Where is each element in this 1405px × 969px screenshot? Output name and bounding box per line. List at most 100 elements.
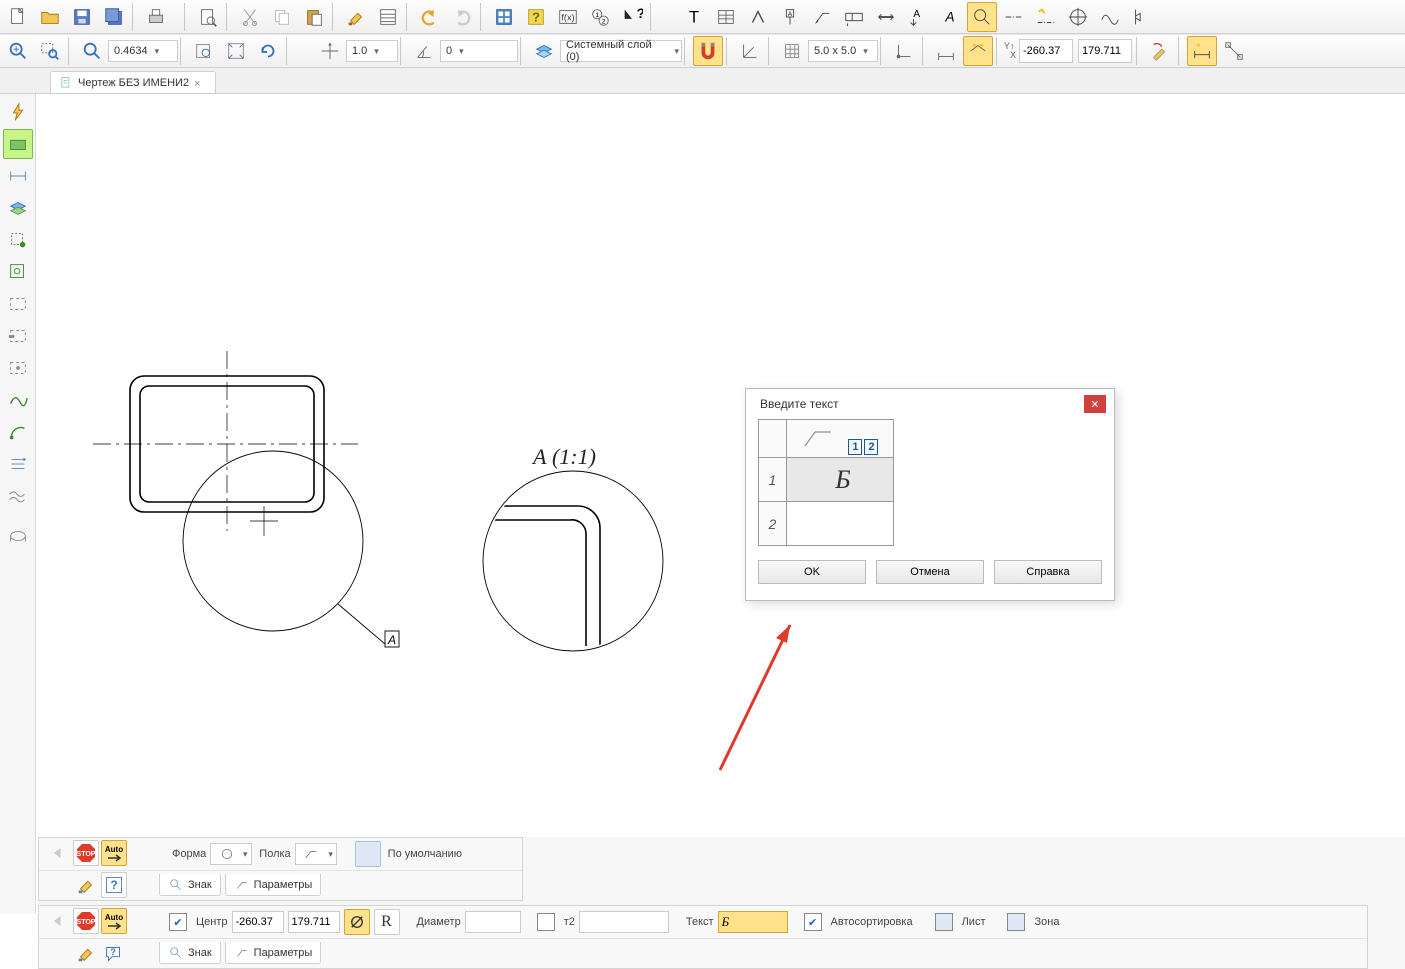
angle-combo[interactable]: 0 — [440, 40, 518, 62]
snap-mode-button[interactable] — [963, 36, 993, 66]
panel1-tab-params[interactable]: Параметры — [225, 874, 322, 896]
dimensions-style-button[interactable] — [931, 36, 961, 66]
cut-button[interactable] — [235, 2, 265, 32]
letter-button[interactable]: А — [935, 2, 965, 32]
tolerance-button[interactable] — [839, 2, 869, 32]
undo-button[interactable] — [415, 2, 445, 32]
drawing-canvas[interactable]: А А (1:1) — [38, 96, 1368, 706]
panel2-auto-button[interactable]: Auto — [101, 908, 127, 934]
default-toggle[interactable] — [355, 841, 381, 867]
lp-param-icon[interactable] — [3, 257, 33, 287]
ortho-button[interactable] — [735, 36, 765, 66]
tab-close-button[interactable]: × — [194, 78, 205, 89]
grid-combo[interactable]: 5.0 x 5.0 — [808, 40, 878, 62]
lp-lightning-icon[interactable] — [3, 97, 33, 127]
redo-button[interactable] — [447, 2, 477, 32]
lp-dimension-icon[interactable] — [3, 161, 33, 191]
lp-wave-icon[interactable] — [3, 481, 33, 511]
dialog-row2-input[interactable] — [786, 502, 893, 546]
numbering-button[interactable]: 12 — [585, 2, 615, 32]
auto-center-button[interactable] — [1031, 2, 1061, 32]
dialog-row1-input[interactable]: Б — [786, 458, 893, 502]
parametric-dims-button[interactable] — [1187, 36, 1217, 66]
properties-button[interactable] — [373, 2, 403, 32]
open-file-button[interactable] — [35, 2, 65, 32]
save-all-button[interactable] — [99, 2, 129, 32]
centerline-button[interactable] — [999, 2, 1029, 32]
lp-hatch-icon[interactable] — [3, 193, 33, 223]
lp-projection-icon[interactable] — [3, 521, 33, 551]
panel1-back-button[interactable] — [45, 840, 71, 866]
zoom-value-combo[interactable]: 0.4634 — [108, 40, 178, 62]
refresh-button[interactable] — [253, 36, 283, 66]
zoom-all-button[interactable] — [221, 36, 251, 66]
t2-field[interactable] — [579, 911, 669, 933]
zoom-previous-button[interactable] — [189, 36, 219, 66]
move-origin-button[interactable] — [315, 36, 345, 66]
document-tab[interactable]: Чертеж БЕЗ ИМЕНИ2 × — [50, 71, 216, 93]
library-button[interactable] — [489, 2, 519, 32]
t2-checkbox[interactable] — [537, 913, 555, 931]
coord-x-input[interactable] — [1019, 39, 1073, 63]
variables-button[interactable]: f(x) — [553, 2, 583, 32]
zoom-scale-button[interactable] — [77, 36, 107, 66]
panel2-stop-button[interactable]: STOP — [73, 908, 99, 934]
print-preview-button[interactable] — [193, 2, 223, 32]
autosort-checkbox[interactable] — [804, 913, 822, 931]
view-arrow-button[interactable]: A — [903, 2, 933, 32]
form-combo[interactable] — [210, 843, 252, 865]
print-button[interactable] — [141, 2, 171, 32]
panel2-brush-icon[interactable] — [73, 940, 99, 966]
panel1-help-icon[interactable]: ? — [101, 872, 127, 898]
text-field[interactable] — [718, 911, 788, 933]
zoom-in-button[interactable] — [3, 36, 33, 66]
lp-arc-icon[interactable] — [3, 417, 33, 447]
snap-magnet-button[interactable] — [693, 36, 723, 66]
lp-list-icon[interactable] — [3, 449, 33, 479]
center-mark-button[interactable] — [1063, 2, 1093, 32]
lp-edit-icon[interactable] — [3, 225, 33, 255]
shelf-combo[interactable] — [295, 843, 337, 865]
center-y-field[interactable] — [288, 911, 340, 933]
panel1-stop-button[interactable]: STOP — [73, 840, 99, 866]
sheet-checkbox[interactable] — [935, 913, 953, 931]
lp-measure-icon[interactable] — [3, 321, 33, 351]
help-icon-button[interactable]: ? — [521, 2, 551, 32]
center-x-field[interactable] — [232, 911, 284, 933]
edit-sketch-button[interactable] — [1145, 36, 1175, 66]
zoom-window-button[interactable] — [35, 36, 65, 66]
angle-button[interactable] — [409, 36, 439, 66]
lp-spline-icon[interactable] — [3, 385, 33, 415]
datum-button[interactable]: A — [775, 2, 805, 32]
panel2-help-icon[interactable]: ? — [101, 940, 127, 966]
format-painter-button[interactable] — [341, 2, 371, 32]
panel2-tab-sign[interactable]: Знак — [159, 942, 221, 964]
save-button[interactable] — [67, 2, 97, 32]
diameter-symbol-button[interactable] — [344, 909, 370, 935]
leader-button[interactable] — [807, 2, 837, 32]
lp-select-icon[interactable] — [3, 353, 33, 383]
dialog-close-button[interactable]: ✕ — [1084, 395, 1106, 413]
detail-view-button[interactable] — [967, 2, 997, 32]
new-file-button[interactable] — [3, 2, 33, 32]
scale-combo[interactable]: 1.0 — [346, 40, 398, 62]
text-button[interactable]: T — [679, 2, 709, 32]
panel2-tab-params[interactable]: Параметры — [225, 942, 322, 964]
coord-y-input[interactable] — [1078, 39, 1132, 63]
panel1-auto-button[interactable]: Auto — [101, 840, 127, 866]
copy-button[interactable] — [267, 2, 297, 32]
panel2-back-button[interactable] — [45, 908, 71, 934]
break-line-button[interactable] — [1127, 2, 1157, 32]
layers-button[interactable] — [529, 36, 559, 66]
roughness-button[interactable] — [743, 2, 773, 32]
dialog-help-button[interactable]: Справка — [994, 560, 1102, 584]
layer-combo[interactable]: Системный слой (0) — [560, 40, 682, 62]
lp-geometry-icon[interactable] — [3, 129, 33, 159]
section-line-button[interactable] — [871, 2, 901, 32]
lp-rect-dash-icon[interactable] — [3, 289, 33, 319]
constraints-button[interactable] — [1219, 36, 1249, 66]
diameter-field[interactable] — [465, 911, 521, 933]
dialog-cancel-button[interactable]: Отмена — [876, 560, 984, 584]
wavy-line-button[interactable] — [1095, 2, 1125, 32]
radius-symbol-button[interactable]: R — [374, 909, 400, 935]
